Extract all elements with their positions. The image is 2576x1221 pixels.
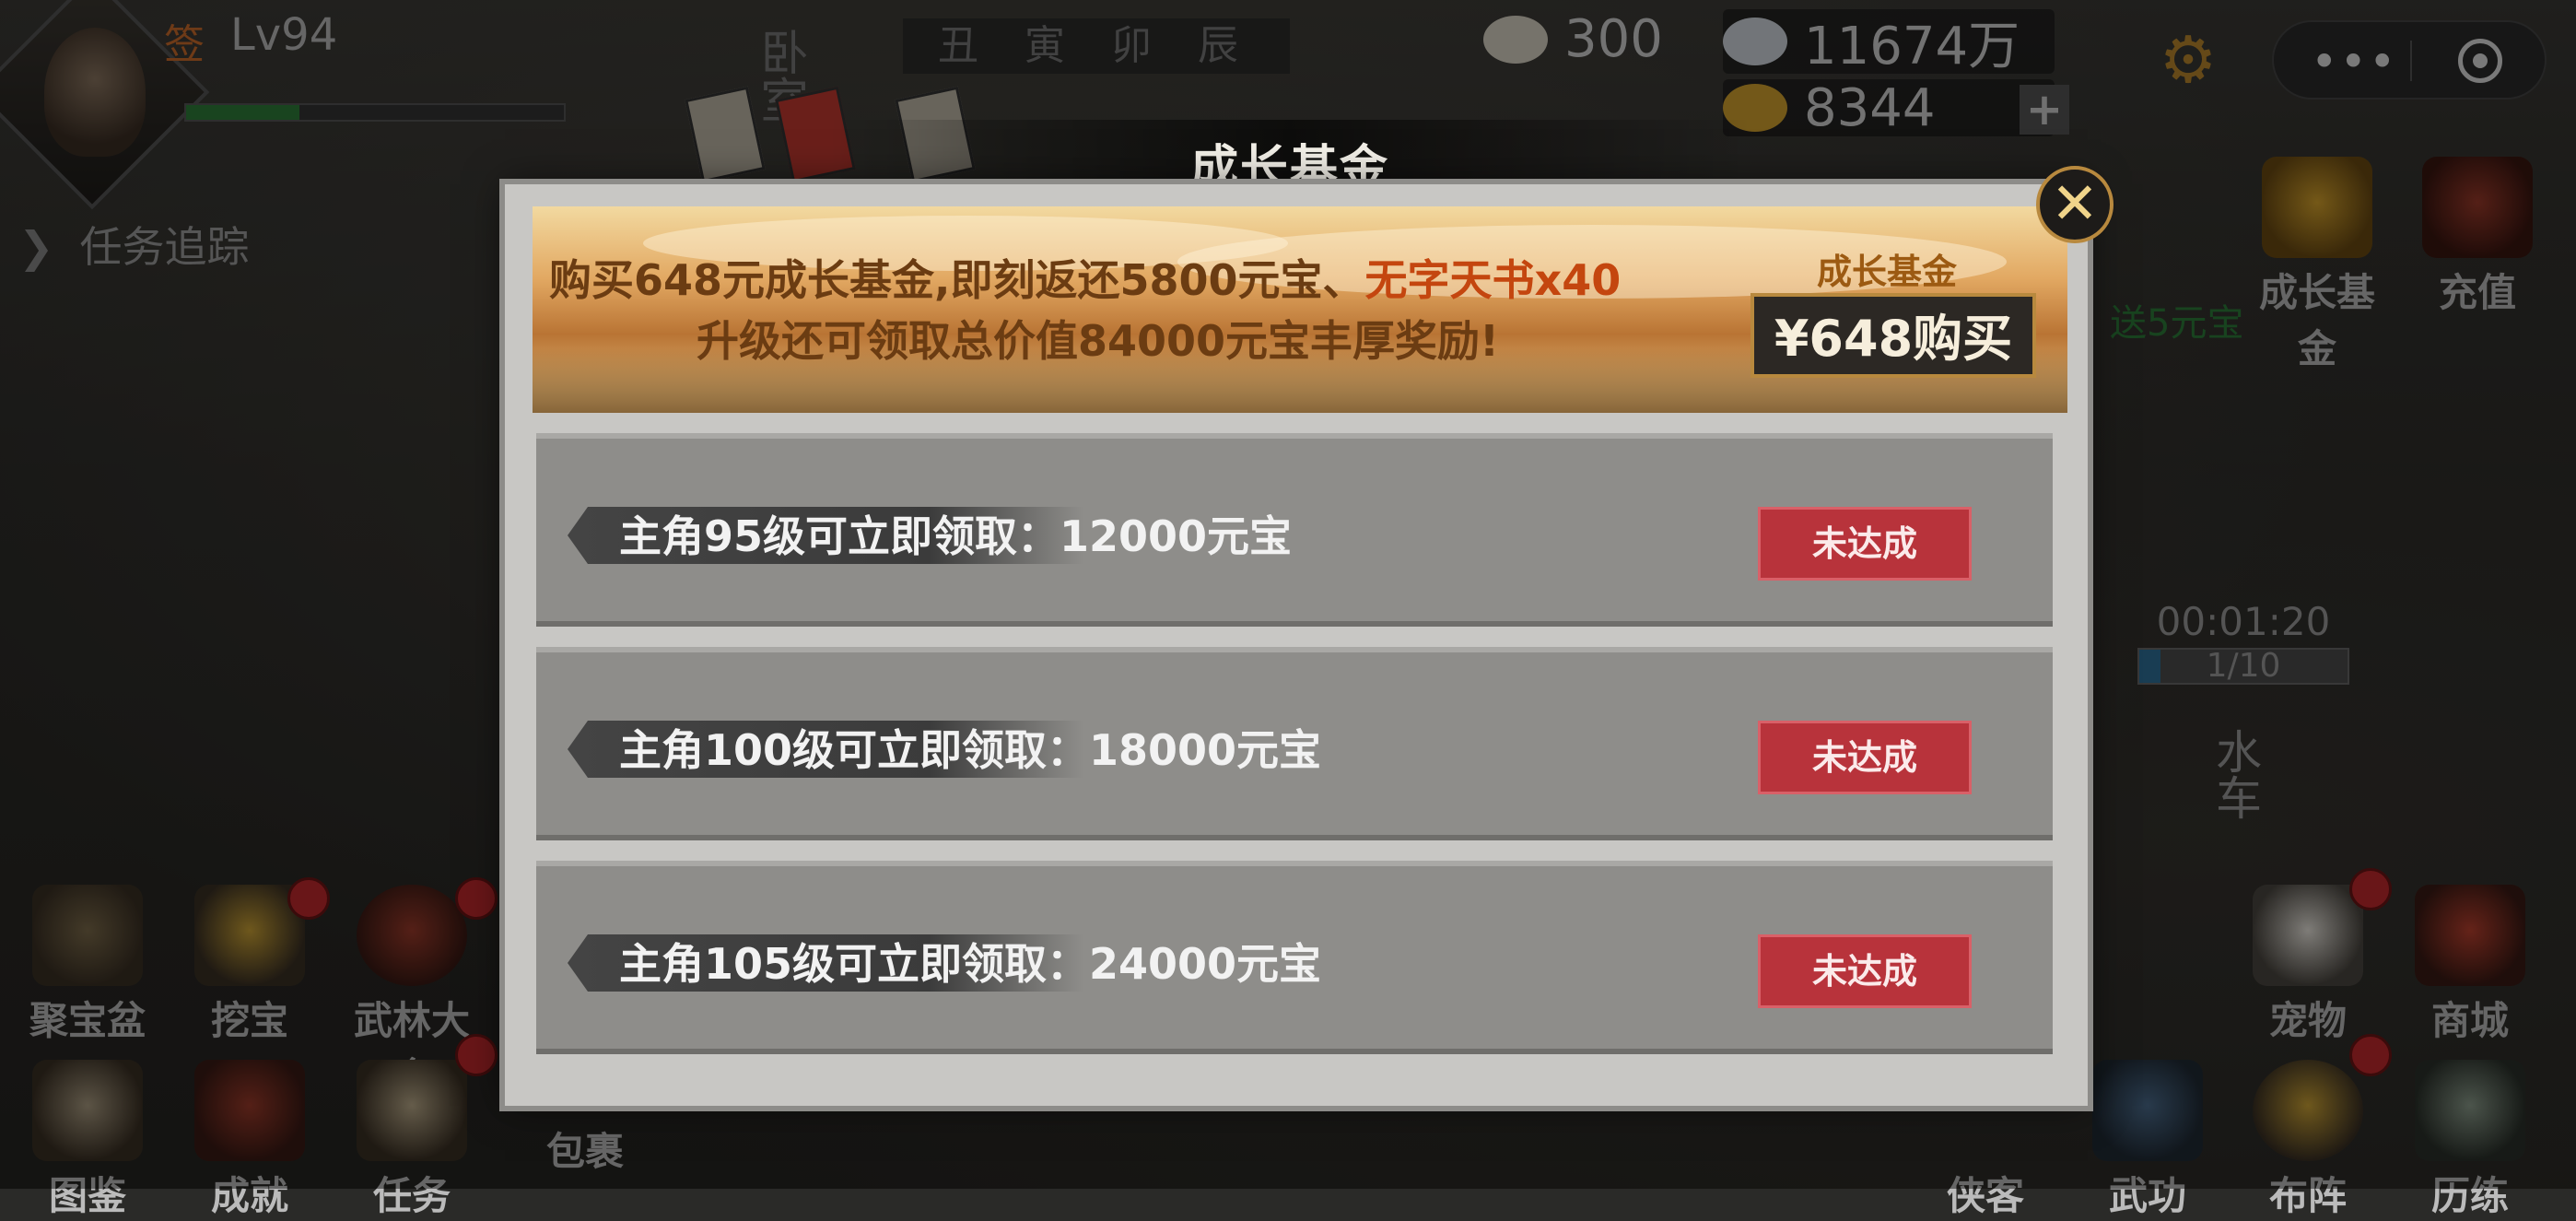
fund-label: 成长基金 (1817, 252, 1958, 292)
reward-row-text: 主角100级可立即领取：18000元宝 (619, 725, 1322, 775)
reward-row: 主角105级可立即领取：24000元宝 未达成 (536, 861, 2053, 1054)
close-icon[interactable]: ✕ (2036, 166, 2113, 243)
buy-648-button[interactable]: ¥648购买 (1751, 293, 2036, 378)
banner-line-1: 购买648元成长基金,即刻返还5800元宝、无字天书x40 (549, 247, 1621, 308)
reward-row: 主角100级可立即领取：18000元宝 未达成 (536, 647, 2053, 840)
banner-highlight-text: 无字天书x40 (1364, 255, 1622, 305)
not-reached-button[interactable]: 未达成 (1758, 507, 1972, 581)
banner-line-2: 升级还可领取总价值84000元宝丰厚奖励! (697, 316, 1500, 366)
not-reached-button[interactable]: 未达成 (1758, 934, 1972, 1008)
not-reached-button[interactable]: 未达成 (1758, 721, 1972, 794)
reward-row-text: 主角105级可立即领取：24000元宝 (619, 939, 1322, 989)
banner-offer-text: 购买648元成长基金,即刻返还5800元宝、 (549, 255, 1365, 305)
reward-row-text: 主角95级可立即领取：12000元宝 (619, 511, 1293, 561)
reward-row: 主角95级可立即领取：12000元宝 未达成 (536, 433, 2053, 627)
